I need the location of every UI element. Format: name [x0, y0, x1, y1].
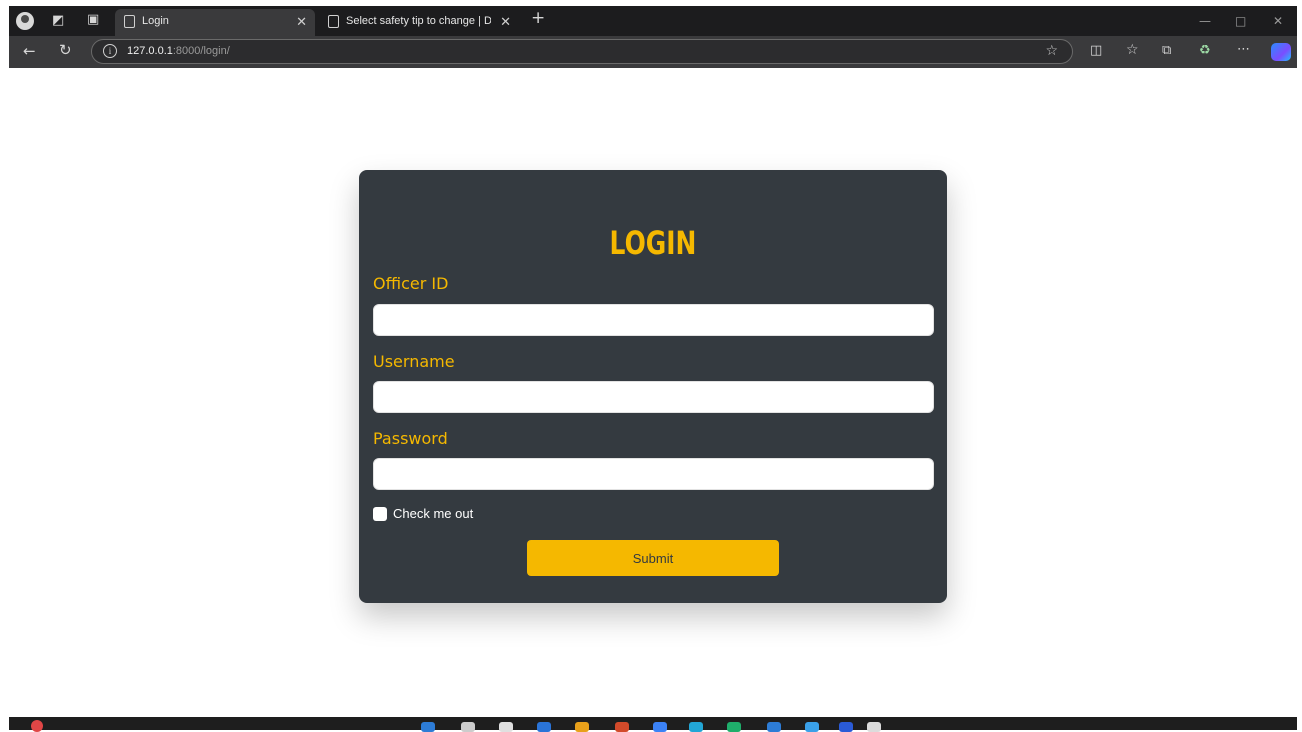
start-icon[interactable] — [421, 722, 435, 732]
tab-safety-tip[interactable]: Select safety tip to change | Djang ✕ — [319, 9, 519, 36]
login-form: LOGIN Officer ID Username Password Check… — [359, 170, 947, 603]
tab-title: Select safety tip to change | Djang — [346, 15, 491, 27]
screen: ◩ ▣ Login ✕ Select safety tip to change … — [0, 0, 1302, 732]
url-text[interactable]: 127.0.0.1:8000/login/ — [127, 45, 230, 57]
taskbar — [9, 717, 1297, 732]
new-tab-icon[interactable]: + — [531, 10, 545, 27]
back-arrow-icon[interactable]: ← — [23, 43, 36, 59]
collections-icon[interactable]: ⧉ — [1162, 43, 1171, 59]
favorites-icon[interactable]: ☆ — [1126, 42, 1139, 58]
username-input[interactable] — [373, 381, 934, 413]
officer-id-label: Officer ID — [373, 274, 449, 293]
search-icon[interactable] — [461, 722, 475, 732]
window-close-icon[interactable]: ✕ — [1273, 14, 1283, 28]
tab-actions-icon[interactable]: ▣ — [87, 12, 99, 28]
tab-strip: ◩ ▣ Login ✕ Select safety tip to change … — [9, 6, 1297, 36]
split-screen-icon[interactable]: ◫ — [1090, 43, 1102, 59]
address-bar[interactable]: i 127.0.0.1:8000/login/ ☆ — [91, 39, 1073, 64]
app-icon[interactable] — [653, 722, 667, 732]
extensions-icon[interactable]: ♻ — [1199, 43, 1211, 59]
file-explorer-icon[interactable] — [575, 722, 589, 732]
edge-icon[interactable] — [689, 722, 703, 732]
app-icon[interactable] — [537, 722, 551, 732]
copilot-icon[interactable] — [1271, 43, 1291, 61]
page-viewport: LOGIN Officer ID Username Password Check… — [9, 68, 1297, 717]
tab-title: Login — [142, 15, 169, 27]
password-label: Password — [373, 429, 448, 448]
more-icon[interactable]: ⋯ — [1237, 42, 1250, 58]
tab-login[interactable]: Login ✕ — [115, 9, 315, 36]
check-me-out-label[interactable]: Check me out — [393, 506, 473, 521]
app-icon[interactable] — [767, 722, 781, 732]
page-icon — [328, 15, 339, 28]
submit-button[interactable]: Submit — [527, 540, 779, 576]
profile-icon[interactable] — [16, 12, 34, 30]
star-icon[interactable]: ☆ — [1045, 43, 1058, 59]
app-icon[interactable] — [727, 722, 741, 732]
browser-chrome: ◩ ▣ Login ✕ Select safety tip to change … — [9, 6, 1297, 68]
app-icon[interactable] — [867, 722, 881, 732]
refresh-icon[interactable]: ↻ — [59, 42, 72, 58]
close-icon[interactable]: ✕ — [296, 14, 307, 30]
login-title: LOGIN — [609, 224, 697, 262]
toolbar: ← ↻ i 127.0.0.1:8000/login/ ☆ ◫ ☆ ⧉ ♻ ⋯ — [9, 36, 1297, 68]
password-input[interactable] — [373, 458, 934, 490]
info-icon[interactable]: i — [103, 44, 117, 58]
page-icon — [124, 15, 135, 28]
weather-icon[interactable] — [31, 720, 43, 732]
check-me-out-checkbox[interactable] — [373, 507, 387, 521]
close-icon[interactable]: ✕ — [500, 14, 511, 30]
app-icon[interactable] — [839, 722, 853, 732]
workspaces-icon[interactable]: ◩ — [52, 13, 64, 29]
restore-icon[interactable]: □ — [1235, 14, 1246, 28]
officer-id-input[interactable] — [373, 304, 934, 336]
task-view-icon[interactable] — [499, 722, 513, 732]
username-label: Username — [373, 352, 455, 371]
app-icon[interactable] — [805, 722, 819, 732]
minimize-icon[interactable]: — — [1199, 14, 1211, 28]
app-icon[interactable] — [615, 722, 629, 732]
